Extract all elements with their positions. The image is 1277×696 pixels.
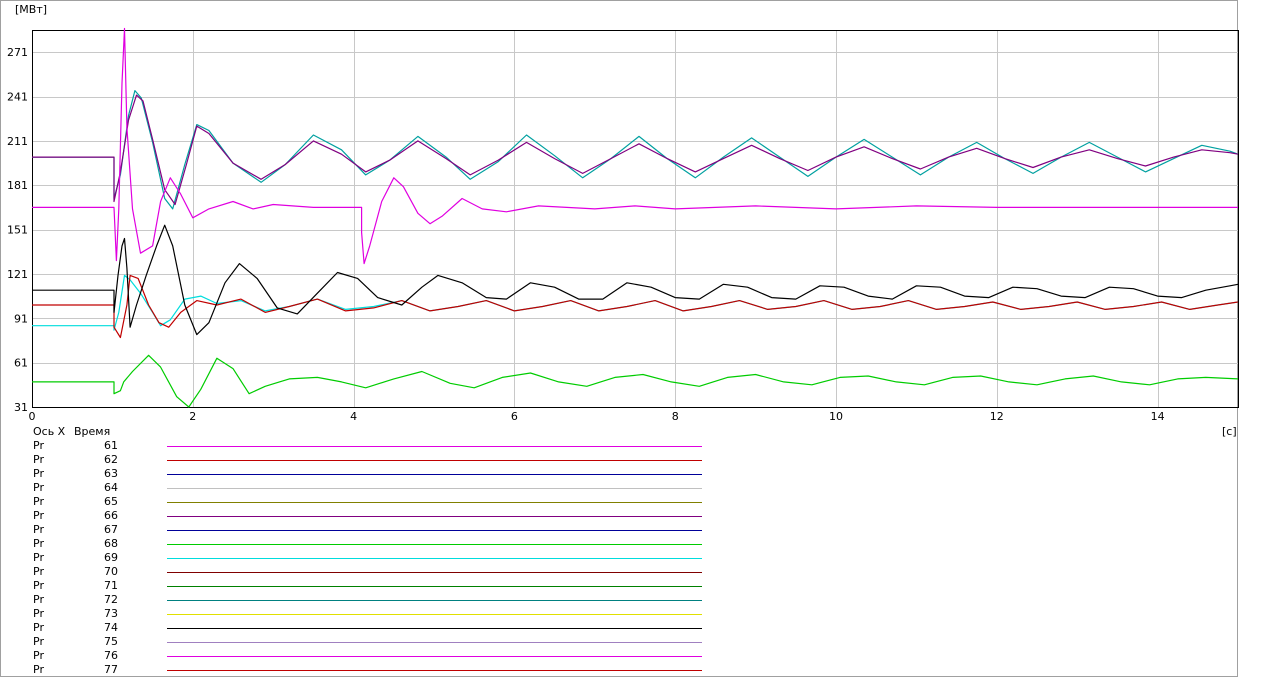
legend-number: 77 [104, 663, 118, 676]
legend-color-line [167, 670, 702, 671]
legend-color-line [167, 572, 702, 573]
legend-number: 74 [104, 621, 118, 634]
legend-number: 63 [104, 467, 118, 480]
legend-abbr: Pr [33, 565, 44, 578]
series-line-0 [32, 89, 1239, 210]
legend-header-time: Время [74, 425, 111, 438]
legend-color-line [167, 502, 702, 503]
legend-color-line [167, 474, 702, 475]
legend-number: 73 [104, 607, 118, 620]
legend-abbr: Pr [33, 537, 44, 550]
legend-abbr: Pr [33, 495, 44, 508]
legend-abbr: Pr [33, 621, 44, 634]
legend-abbr: Pr [33, 649, 44, 662]
legend-color-line [167, 530, 702, 531]
y-tick-label: 151 [7, 224, 28, 237]
x-tick-label: 0 [29, 410, 36, 423]
legend-color-line [167, 600, 702, 601]
legend-color-line [167, 544, 702, 545]
legend-color-line [167, 642, 702, 643]
y-tick-label: 31 [14, 401, 28, 414]
legend-number: 67 [104, 523, 118, 536]
legend-number: 68 [104, 537, 118, 550]
legend-abbr: Pr [33, 663, 44, 676]
y-tick-label: 241 [7, 91, 28, 104]
chart-panel: 31 61 91 121 151 181 211 241 271 0 2 4 6 8 10 12 14 [МВт]… [0, 0, 1239, 677]
legend-number: 71 [104, 579, 118, 592]
y-axis-label: [МВт] [15, 3, 47, 16]
y-tick-label: 91 [14, 312, 28, 325]
plot-frame [32, 30, 1239, 408]
x-tick-label: 4 [350, 410, 357, 423]
legend-abbr: Pr [33, 467, 44, 480]
x-tick-label: 12 [990, 410, 1004, 423]
legend-color-line [167, 656, 702, 657]
legend-abbr: Pr [33, 453, 44, 466]
legend-number: 75 [104, 635, 118, 648]
legend-abbr: Pr [33, 509, 44, 522]
y-tick-label: 211 [7, 135, 28, 148]
x-tick-label: 8 [672, 410, 679, 423]
x-tick-label: 14 [1151, 410, 1165, 423]
legend-number: 62 [104, 453, 118, 466]
legend-color-line [167, 628, 702, 629]
legend-color-line [167, 446, 702, 447]
legend-number: 72 [104, 593, 118, 606]
y-tick-label: 181 [7, 179, 28, 192]
x-axis-label: [с] [1222, 425, 1237, 438]
legend-number: 70 [104, 565, 118, 578]
y-tick-label: 121 [7, 268, 28, 281]
chart-svg: 31 61 91 121 151 181 211 241 271 0 2 4 6 8 10 12 14 [МВт]… [7, 3, 1239, 438]
legend-abbr: Pr [33, 579, 44, 592]
legend-color-line [167, 586, 702, 587]
legend-number: 65 [104, 495, 118, 508]
legend-number: 69 [104, 551, 118, 564]
legend-header-axis: Ось X [33, 425, 66, 438]
y-tick-label: 61 [14, 357, 28, 370]
series-line-1 [32, 94, 1239, 206]
x-tick-label: 6 [511, 410, 518, 423]
legend-color-line [167, 516, 702, 517]
legend-color-line [167, 558, 702, 559]
legend-abbr: Pr [33, 635, 44, 648]
series-line-3 [32, 274, 1239, 331]
legend-color-line [167, 488, 702, 489]
legend-number: 66 [104, 509, 118, 522]
legend-number: 64 [104, 481, 118, 494]
legend-abbr: Pr [33, 439, 44, 452]
x-tick-label: 10 [829, 410, 843, 423]
y-tick-label: 271 [7, 46, 28, 59]
legend-number: 61 [104, 439, 118, 452]
legend-color-line [167, 614, 702, 615]
legend-abbr: Pr [33, 607, 44, 620]
legend-abbr: Pr [33, 551, 44, 564]
legend-color-line [167, 460, 702, 461]
legend-number: 76 [104, 649, 118, 662]
legend-abbr: Pr [33, 593, 44, 606]
legend-abbr: Pr [33, 523, 44, 536]
x-tick-label: 2 [189, 410, 196, 423]
legend-abbr: Pr [33, 481, 44, 494]
